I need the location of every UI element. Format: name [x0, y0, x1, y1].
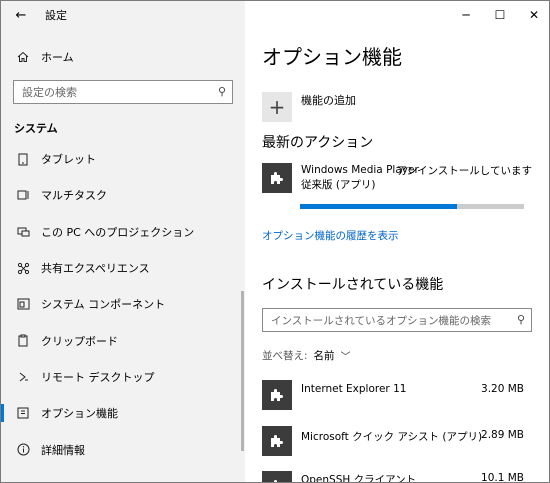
- installed-item-name: Internet Explorer 11: [301, 383, 407, 395]
- back-arrow-icon[interactable]: ←: [1, 1, 41, 29]
- clipboard-icon: [14, 334, 32, 347]
- sidebar-scrollbar[interactable]: [241, 291, 244, 451]
- sidebar-item-label: リモート デスクトップ: [41, 370, 155, 384]
- active-indicator: [1, 404, 4, 423]
- settings-search-input[interactable]: 設定の検索 ⚲: [13, 80, 233, 104]
- search-icon: ⚲: [217, 85, 226, 98]
- close-button[interactable]: ✕: [517, 1, 549, 29]
- add-feature-label: 機能の追加: [301, 94, 356, 107]
- tablet-icon: [14, 153, 32, 166]
- app-title: 設定: [45, 9, 67, 22]
- sidebar-item-optional-features[interactable]: オプション機能: [1, 395, 245, 431]
- puzzle-icon: [262, 163, 292, 193]
- installed-item-size: 2.89 MB: [481, 429, 524, 441]
- puzzle-icon: [262, 380, 292, 410]
- sort-label: 並べ替え:: [262, 350, 308, 362]
- sidebar-item-label: 共有エクスペリエンス: [41, 262, 150, 276]
- maximize-button[interactable]: ☐: [483, 1, 517, 29]
- main-pane: ─ ☐ ✕ オプション機能 + 機能の追加 最新のアクション Windows M…: [245, 1, 549, 483]
- puzzle-icon: [262, 426, 292, 456]
- search-icon: ⚲: [516, 313, 525, 326]
- settings-window: ← 設定 ホーム 設定の検索 ⚲ システム タブレット マルチタスク この PC…: [0, 0, 550, 483]
- add-feature-button[interactable]: + 機能の追加: [262, 92, 356, 122]
- sidebar-nav: タブレット マルチタスク この PC へのプロジェクション 共有エクスペリエンス: [1, 141, 245, 468]
- sidebar-item-label: タブレット: [41, 153, 96, 167]
- sidebar-item-clipboard[interactable]: クリップボード: [1, 322, 245, 358]
- sidebar-item-label: この PC へのプロジェクション: [41, 225, 195, 239]
- installed-search-input[interactable]: インストールされているオプション機能の検索 ⚲: [262, 308, 532, 332]
- recent-action-status: アンインストールしています: [396, 165, 532, 177]
- projection-icon: [14, 226, 32, 238]
- installed-heading: インストールされている機能: [262, 277, 444, 293]
- sidebar-item-tablet[interactable]: タブレット: [1, 141, 245, 177]
- sort-value: 名前: [313, 350, 335, 362]
- sidebar-item-info[interactable]: 詳細情報: [1, 431, 245, 467]
- info-icon: [14, 443, 32, 456]
- uninstall-progress-bar: [300, 204, 524, 209]
- section-label: システム: [14, 122, 58, 135]
- history-link[interactable]: オプション機能の履歴を表示: [262, 228, 399, 243]
- sidebar-item-remote-desktop[interactable]: リモート デスクトップ: [1, 359, 245, 395]
- window-controls: ─ ☐ ✕: [449, 1, 549, 29]
- sidebar-item-label: システム コンポーネント: [41, 298, 166, 312]
- title-bar-left: ← 設定: [1, 1, 245, 29]
- optional-features-icon: [14, 407, 32, 419]
- installed-item-name: OpenSSH クライアント: [301, 474, 417, 483]
- plus-icon: +: [262, 92, 292, 122]
- chevron-down-icon: ﹀: [340, 352, 351, 363]
- sidebar-item-label: クリップボード: [41, 334, 118, 348]
- sidebar: ← 設定 ホーム 設定の検索 ⚲ システム タブレット マルチタスク この PC…: [1, 1, 245, 482]
- multitask-icon: [14, 189, 32, 201]
- installed-item-name: Microsoft クイック アシスト (アプリ): [301, 431, 483, 443]
- home-label: ホーム: [41, 51, 74, 64]
- sidebar-item-label: マルチタスク: [41, 189, 107, 203]
- search-placeholder: 設定の検索: [22, 86, 77, 99]
- installed-item[interactable]: Internet Explorer 11 3.20 MB: [262, 380, 532, 410]
- home-icon: [14, 51, 32, 63]
- installed-item-size: 3.20 MB: [481, 383, 524, 395]
- minimize-button[interactable]: ─: [449, 1, 483, 29]
- installed-item-size: 10.1 MB: [481, 472, 524, 483]
- system-components-icon: [14, 298, 32, 310]
- installed-search-placeholder: インストールされているオプション機能の検索: [271, 314, 491, 327]
- sidebar-item-label: 詳細情報: [41, 443, 85, 457]
- puzzle-icon: [262, 471, 292, 482]
- shared-experience-icon: [14, 262, 32, 275]
- installed-item[interactable]: Microsoft クイック アシスト (アプリ) 2.89 MB: [262, 426, 532, 456]
- sidebar-item-multitask[interactable]: マルチタスク: [1, 177, 245, 213]
- sidebar-item-label: オプション機能: [41, 407, 118, 421]
- sidebar-item-shared-experience[interactable]: 共有エクスペリエンス: [1, 250, 245, 286]
- remote-desktop-icon: [14, 371, 32, 383]
- progress-fill: [300, 204, 457, 209]
- recent-actions-heading: 最新のアクション: [262, 135, 374, 151]
- installed-item[interactable]: OpenSSH クライアント 10.1 MB: [262, 471, 532, 483]
- page-title: オプション機能: [262, 45, 402, 69]
- recent-action-subtitle: 従来版 (アプリ): [301, 179, 376, 191]
- sidebar-item-projection[interactable]: この PC へのプロジェクション: [1, 214, 245, 250]
- sidebar-item-home[interactable]: ホーム: [1, 43, 245, 71]
- recent-action-item[interactable]: Windows Media Player 従来版 (アプリ) アンインストールし…: [262, 163, 532, 193]
- sort-dropdown[interactable]: 並べ替え: 名前 ﹀: [262, 348, 351, 363]
- sidebar-item-system-components[interactable]: システム コンポーネント: [1, 286, 245, 322]
